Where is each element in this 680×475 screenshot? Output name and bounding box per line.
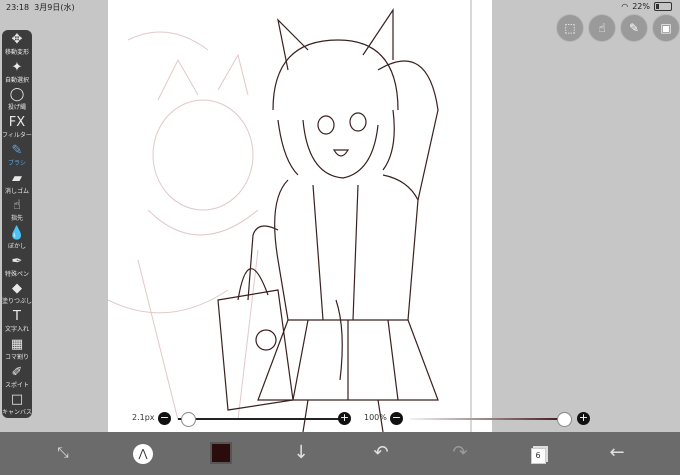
brush-size-decrease-button[interactable]: − (158, 412, 171, 425)
tool-blur-drop[interactable]: 💧 ぼかし (2, 225, 32, 255)
selection-icon[interactable]: ⬚ (556, 14, 584, 42)
tool-label: 自動選択 (4, 76, 29, 84)
magic-wand-icon: ✦ (11, 59, 23, 75)
text-icon: T (13, 309, 21, 325)
canvas-icon: □ (10, 392, 24, 408)
brush-settings-icon[interactable]: ⋀ (130, 440, 156, 466)
drawing-canvas[interactable] (108, 0, 492, 432)
opacity-knob[interactable] (557, 412, 572, 427)
bucket-icon: ◆ (12, 281, 22, 297)
special-pen-icon: ✒ (11, 253, 23, 269)
eraser-icon: ▰ (12, 170, 22, 186)
reference-image-icon[interactable]: ▣ (652, 14, 680, 42)
opacity-increase-button[interactable]: + (577, 412, 590, 425)
tool-label: スポイト (4, 381, 29, 389)
undo-icon[interactable]: ↶ (368, 440, 394, 466)
blur-drop-icon: 💧 (8, 226, 26, 241)
tool-move[interactable]: ✥ 移動変形 (2, 31, 32, 61)
ruler-icon[interactable]: ✎ (620, 14, 648, 42)
tool-eraser[interactable]: ▰ 消しゴム (2, 170, 32, 200)
tool-frame-divide[interactable]: ▦ コマ割り (2, 336, 32, 366)
redo-icon[interactable]: ↷ (447, 440, 473, 466)
slider-bar: 2.1px − + 100% − + (0, 408, 680, 432)
move-icon: ✥ (11, 32, 23, 47)
tool-brush[interactable]: ✎ ブラシ (2, 142, 32, 172)
opacity-label: 100% (364, 413, 387, 422)
battery-icon (654, 2, 672, 11)
battery-percent: 22% (632, 2, 650, 11)
tool-text[interactable]: T 文字入れ (2, 308, 32, 338)
tool-label: ブラシ (8, 159, 26, 167)
tool-eyedropper[interactable]: ✐ スポイト (2, 364, 32, 394)
frame-divide-icon: ▦ (10, 336, 24, 352)
brush-size-increase-button[interactable]: + (338, 412, 351, 425)
tool-bucket[interactable]: ◆ 塗りつぶし (2, 280, 32, 310)
tool-label: フィルター (2, 132, 32, 140)
hand-gesture-icon[interactable]: ☝ (588, 14, 616, 42)
canvas-page-edge (470, 0, 472, 432)
down-arrow-icon[interactable]: ↓ (288, 440, 314, 466)
eyedropper-icon: ✐ (11, 364, 23, 380)
status-date: 3月9日(水) (34, 3, 75, 12)
layer-count: 6 (530, 448, 546, 464)
tool-palette: ✥ 移動変形 ✦ 自動選択 ◯ 投げ縄 FX フィルター ✎ ブラシ ▰ 消しゴム ☝ 指先 💧 ぼかし ✒ 特殊… (2, 30, 32, 418)
current-color-swatch[interactable] (210, 442, 232, 464)
tool-finger[interactable]: ☝ 指先 (2, 197, 32, 227)
lasso-icon: ◯ (9, 87, 25, 103)
brush-size-label: 2.1px (132, 413, 155, 422)
transform-arrows-icon[interactable]: ⤡ (50, 440, 76, 466)
tool-label: 移動変形 (4, 49, 29, 56)
bottom-toolbar: ⤡ ⋀ ↓ ↶ ↷ 6 ← (0, 432, 680, 475)
tool-special-pen[interactable]: ✒ 特殊ペン (2, 253, 32, 283)
tool-label: ぼかし (7, 243, 26, 250)
finger-icon: ☝ (13, 198, 21, 214)
back-arrow-icon[interactable]: ← (604, 440, 630, 466)
tool-label: 文字入れ (4, 326, 29, 334)
opacity-slider[interactable] (410, 418, 570, 420)
line-art-illustration (108, 8, 439, 432)
tool-label: 投げ縄 (7, 104, 26, 112)
tool-label: 消しゴム (4, 187, 29, 195)
wifi-icon: ◠ (621, 2, 629, 11)
tool-filter-fx[interactable]: FX フィルター (2, 114, 32, 144)
brush-icon: ✎ (11, 142, 23, 158)
tool-label: 塗りつぶし (2, 298, 33, 306)
tool-magic-wand[interactable]: ✦ 自動選択 (2, 59, 32, 89)
workspace[interactable] (0, 0, 680, 432)
brush-size-slider[interactable] (178, 418, 340, 420)
opacity-decrease-button[interactable]: − (390, 412, 403, 425)
tool-lasso[interactable]: ◯ 投げ縄 (2, 86, 32, 116)
brush-size-knob[interactable] (181, 412, 196, 427)
tool-label: コマ割り (4, 353, 29, 361)
filter-fx-icon: FX (8, 115, 26, 131)
ios-status-bar: 23:18 3月9日(水) ◠ 22% (0, 0, 680, 14)
tool-label: 特殊ペン (4, 270, 29, 278)
status-time: 23:18 (6, 3, 30, 12)
tool-label: 指先 (10, 215, 23, 223)
layers-button[interactable]: 6 (525, 440, 551, 466)
